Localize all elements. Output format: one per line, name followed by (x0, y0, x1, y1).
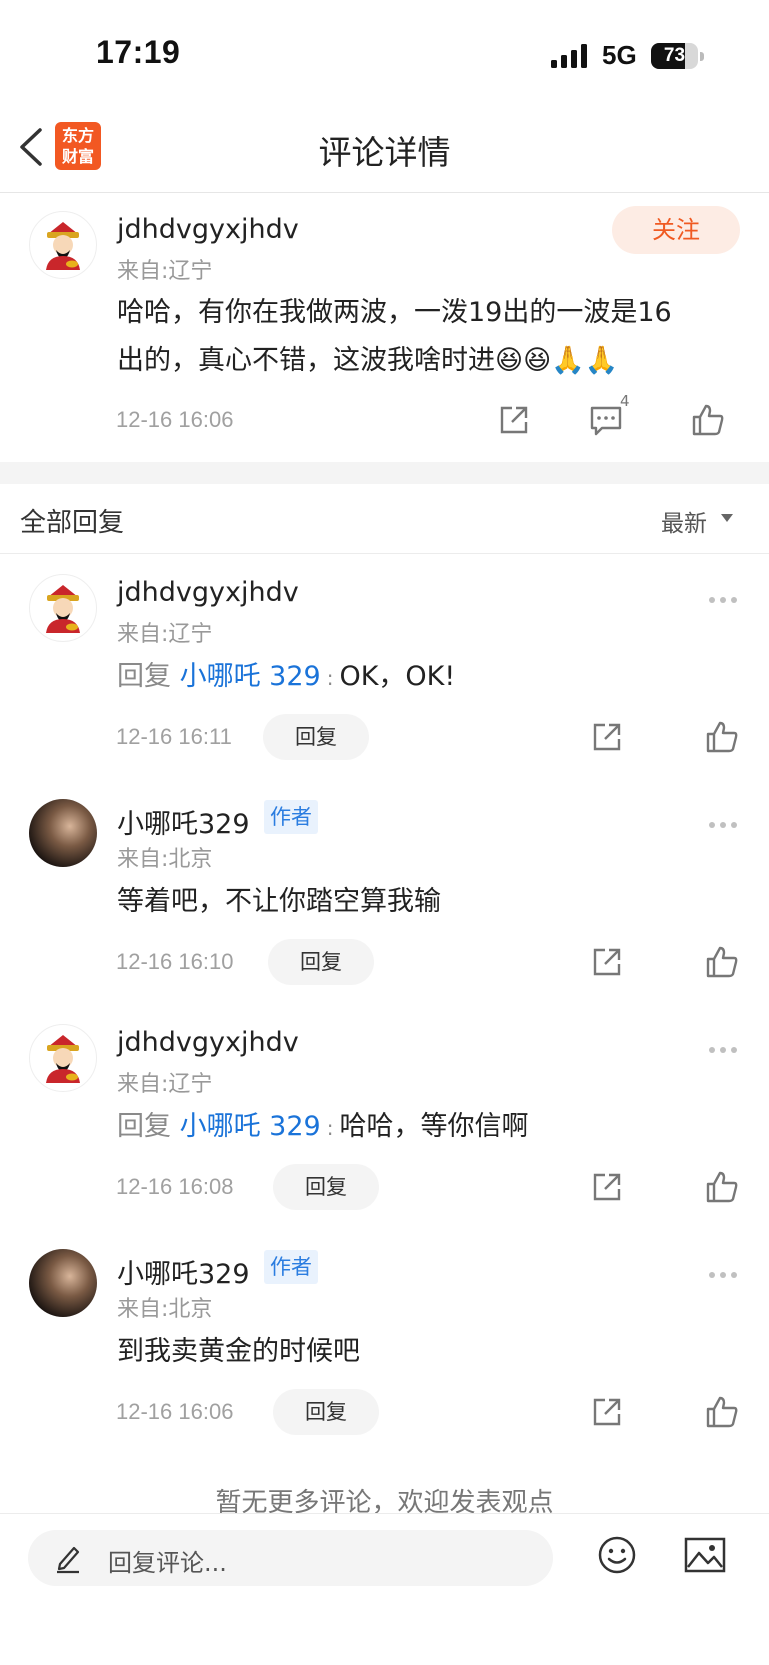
image-icon[interactable] (684, 1537, 726, 1573)
comment-username[interactable]: jdhdvgyxjhdv (117, 214, 299, 245)
share-icon[interactable] (589, 1169, 625, 1205)
thumbs-up-icon[interactable] (704, 719, 740, 755)
reply-button[interactable]: 回复 (263, 714, 369, 760)
comment-text-line2: 出的，真心不错，这波我啥时进😆😆🙏🙏 (117, 345, 619, 376)
more-options-icon[interactable] (709, 1038, 743, 1053)
follow-button[interactable]: 关注 (612, 206, 740, 254)
reply-username[interactable]: 小哪吒329 (117, 802, 250, 841)
dropdown-triangle-icon[interactable] (721, 514, 733, 522)
reply-time: 12-16 16:06 (116, 1399, 234, 1424)
battery-icon: 73 (651, 43, 705, 69)
thumbs-up-icon[interactable] (704, 944, 740, 980)
comment-location: 来自:辽宁 (117, 259, 213, 284)
nav-divider (0, 192, 769, 193)
god-of-wealth-avatar-icon (46, 1035, 80, 1083)
reply-button[interactable]: 回复 (268, 939, 374, 985)
comment-text-line1: 哈哈，有你在我做两波，一泼19出的一波是16 (117, 297, 672, 328)
reply-body: 等着吧，不让你踏空算我输 (117, 886, 441, 917)
reply-colon: : (326, 1116, 334, 1140)
author-tag: 作者 (264, 800, 318, 834)
reply-colon: : (326, 666, 334, 690)
reply-location: 来自:北京 (117, 1297, 213, 1322)
reply-text: 回复 小哪吒 329: 哈哈，等你信啊 (117, 1103, 528, 1152)
reply-location: 来自:辽宁 (117, 1072, 213, 1097)
share-icon[interactable] (589, 944, 625, 980)
reply-prefix: 回复 (117, 661, 171, 692)
more-options-icon[interactable] (709, 813, 743, 828)
more-options-icon[interactable] (709, 588, 743, 603)
avatar[interactable] (29, 799, 97, 867)
pencil-icon (57, 1546, 80, 1574)
reply-location: 来自:辽宁 (117, 622, 213, 647)
reply-body: 到我卖黄金的时候吧 (117, 1336, 360, 1367)
reply-prefix: 回复 (117, 1111, 171, 1142)
share-icon[interactable] (589, 719, 625, 755)
network-type: 5G (602, 40, 637, 70)
comment-icon[interactable] (588, 402, 624, 438)
sort-dropdown[interactable]: 最新 (661, 504, 707, 538)
thumbs-up-icon[interactable] (704, 1169, 740, 1205)
reply-time: 12-16 16:08 (116, 1174, 234, 1199)
reply-mention[interactable]: 小哪吒 329 (180, 1111, 321, 1142)
section-title: 全部回复 (20, 508, 125, 538)
reply-username[interactable]: jdhdvgyxjhdv (117, 1027, 299, 1058)
share-icon[interactable] (589, 1394, 625, 1430)
reply-text: 回复 小哪吒 329: OK，OK! (117, 653, 455, 702)
avatar[interactable] (29, 211, 97, 279)
battery-level: 73 (663, 45, 686, 66)
bottom-divider (0, 1513, 769, 1514)
reply-button[interactable]: 回复 (273, 1389, 379, 1435)
more-options-icon[interactable] (709, 1263, 743, 1278)
god-of-wealth-avatar-icon (46, 585, 80, 633)
reply-time: 12-16 16:11 (116, 724, 232, 749)
reply-body: OK，OK! (339, 661, 456, 692)
share-icon[interactable] (496, 402, 532, 438)
reply-input[interactable] (28, 1530, 553, 1586)
avatar[interactable] (29, 574, 97, 642)
reply-body: 哈哈，等你信啊 (339, 1111, 529, 1142)
status-time: 17:19 (96, 34, 181, 70)
reply-mention[interactable]: 小哪吒 329 (180, 661, 321, 692)
signal-icon (551, 44, 587, 68)
reply-time: 12-16 16:10 (116, 949, 234, 974)
thumbs-up-icon[interactable] (690, 402, 726, 438)
comment-time: 12-16 16:06 (116, 407, 234, 432)
avatar[interactable] (29, 1024, 97, 1092)
reply-username[interactable]: jdhdvgyxjhdv (117, 577, 299, 608)
thumbs-up-icon[interactable] (704, 1394, 740, 1430)
reply-location: 来自:北京 (117, 847, 213, 872)
page-title: 评论详情 (318, 133, 451, 172)
section-gap (0, 462, 769, 484)
section-divider (0, 553, 769, 554)
avatar[interactable] (29, 1249, 97, 1317)
reply-input-placeholder[interactable]: 回复评论... (108, 1543, 227, 1578)
emoji-icon[interactable] (597, 1535, 637, 1575)
reply-button[interactable]: 回复 (273, 1164, 379, 1210)
author-tag: 作者 (264, 1250, 318, 1284)
god-of-wealth-avatar-icon (46, 222, 80, 270)
reply-username[interactable]: 小哪吒329 (117, 1252, 250, 1291)
comment-count-badge: 4 (620, 392, 630, 410)
